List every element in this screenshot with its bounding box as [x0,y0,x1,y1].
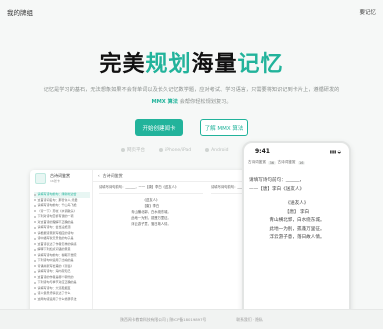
footer-company: 陕西闻卡教育科技有限公司 | 陕ICP备18019897号 [120,316,207,322]
algorithm-tag[interactable]: MMX 算法 [151,99,178,105]
phone-preview: 9:41 ▮▮▮ ◒ 古诗词鉴赏 36 古诗词鉴赏 16 请填写诗句前句：___… [242,141,351,329]
hero-description: 记忆是学习的基石，无法想象如果不会背单词以及长久记忆数学题，应对考试、学习语言，… [20,84,363,108]
learn-algorithm-button[interactable]: 了解 MMX 算法 [200,119,248,136]
phone-card-content: 请填写诗句前句：______， ——【唐】李白《送友人》 《送友人》 【唐】 李… [249,177,345,243]
card-text-line: 请填写诗句前句：______，一一【唐】李白《送友人》 [99,185,179,189]
detail-title: 古诗词鉴赏 [102,172,123,178]
bullet-icon [34,281,36,284]
list-item-label: 这两句诗运用了什么修辞手法 [37,296,77,301]
platform-label: iPhone/iPad [165,147,192,153]
bullet-icon [34,210,36,213]
apple-icon [159,148,163,152]
bullet-icon [34,204,36,207]
bullet-icon [34,276,36,279]
footer: 陕西闻卡教育科技有限公司 | 陕ICP备18019897号 联系我们 · 隐私 [0,309,383,329]
divider [99,193,203,194]
desc-line: 记忆是学习的基石，无法想象如果不会背单词以及长久记忆数学题，应对考试、学习语言，… [43,87,340,93]
bullet-icon [34,287,36,290]
platform-label: 网页平台 [127,148,145,153]
bullet-icon [34,215,36,218]
list-item[interactable]: 这两句诗运用了什么修辞手法 [34,297,90,303]
hero-title-highlight: 规划 [145,52,192,77]
desc-line: 会帮你轻松规划复习。 [179,99,232,105]
phone-tab-count: 16 [297,160,306,165]
phone-poem-line: 【唐】 李白 [284,209,310,215]
android-icon [205,148,210,152]
phone-poem-line: 《送友人》 [285,201,309,206]
hero-title: 完美规划海量记忆 [0,46,383,78]
bullet-icon [34,298,36,301]
phone-poem-line: 此地一为别，孤蓬万里征。 [269,226,325,232]
top-bar: 我的牌组 要记忆 [0,0,383,24]
bullet-icon [34,259,36,262]
hero-title-highlight: 记忆 [237,52,284,77]
deck-count: 16张卡 [50,179,60,183]
bullet-icon [34,254,36,257]
bullet-icon [34,243,36,246]
phone-tab-bar: 古诗词鉴赏 36 古诗词鉴赏 16 [248,160,345,165]
card-front-column: 请填写诗句前句：______，一一【唐】李白《送友人》 《送友人》 【唐】李白 青山横… [99,184,203,227]
platform-android[interactable]: Android [205,147,229,153]
phone-poem-line: 青山横北郭，白水绕东城。 [269,218,325,223]
bullet-icon [34,265,36,268]
bullet-icon [34,237,36,240]
nav-link[interactable]: 要记忆 [359,8,376,16]
bullet-icon [34,248,36,251]
bullet-icon [34,199,36,202]
bullet-icon [34,292,36,295]
create-card-button[interactable]: 开始创建闻卡 [135,119,183,136]
phone-time: 9:41 [255,148,270,155]
deck-sidebar: 古诗词鉴赏 16张卡 请填写诗句前句：绿树村边合 这首诗词名句：那曾许人,凭君 请填… [30,170,93,318]
bullet-icon [34,270,36,273]
phone-tab[interactable]: 古诗词鉴赏 [278,160,296,165]
back-icon[interactable]: ‹ [98,173,100,178]
phone-question: 请填写诗句前句：______， [249,178,305,183]
platform-ios[interactable]: iPhone/iPad [159,147,191,153]
globe-icon [121,148,125,152]
phone-status-icons: ▮▮▮ ◒ [329,149,341,154]
card-list: 请填写诗句前句：绿树村边合 这首诗词名句：那曾许人,凭君 请填写诗句前句：千山鸟飞绝… [34,192,90,302]
footer-links[interactable]: 联系我们 · 隐私 [236,317,262,323]
card-text-line: 浮云游子意，落日故人情。 [131,222,171,226]
bullet-icon [34,226,36,229]
hero-title-part: 完美 [99,52,146,77]
platform-web[interactable]: 网页平台 [121,147,145,153]
brand-link[interactable]: 我的牌组 [7,7,33,17]
bullet-icon [34,221,36,224]
deck-icon [35,173,46,184]
platform-label: Android [211,147,229,153]
bullet-icon [34,193,36,196]
bullet-icon [34,232,36,235]
phone-tab[interactable]: 古诗词鉴赏 [248,160,266,165]
phone-tab-count: 36 [267,160,276,165]
hero-title-part: 海量 [191,52,238,77]
phone-source: ——【唐】李白《送友人》 [249,186,305,192]
phone-poem-line: 浮云游子意，落日故人情。 [269,235,325,240]
